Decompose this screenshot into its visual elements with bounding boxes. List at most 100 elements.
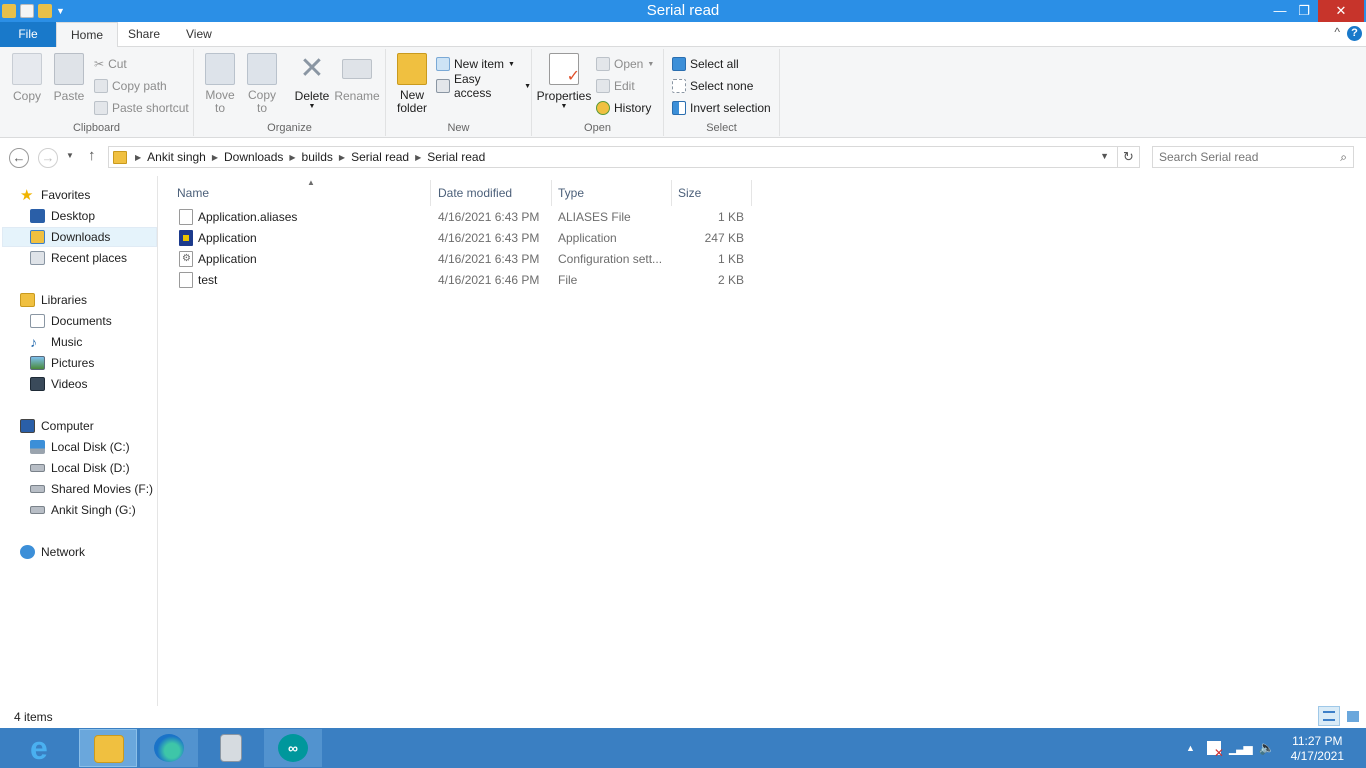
nav-music[interactable]: ♪ Music bbox=[30, 332, 82, 352]
edit-button[interactable]: Edit bbox=[596, 77, 635, 95]
select-group: Select all Select none Invert selection … bbox=[664, 49, 780, 136]
network-signal-icon[interactable]: ▁▃▅ bbox=[1229, 741, 1253, 755]
history-icon bbox=[596, 101, 610, 115]
file-size: 2 KB bbox=[717, 273, 744, 287]
refresh-icon[interactable]: ↻ bbox=[1117, 147, 1139, 167]
chevron-right-icon[interactable]: ▶ bbox=[413, 153, 423, 162]
star-icon: ★ bbox=[20, 187, 34, 204]
select-none-button[interactable]: Select none bbox=[672, 77, 753, 95]
nav-downloads[interactable]: Downloads bbox=[2, 227, 157, 247]
organize-group-label: Organize bbox=[267, 122, 312, 134]
nav-ankit-singh-g[interactable]: Ankit Singh (G:) bbox=[30, 500, 136, 520]
nav-computer[interactable]: Computer bbox=[20, 416, 94, 436]
column-header-size[interactable]: Size bbox=[672, 180, 752, 206]
copy-path-button[interactable]: Copy path bbox=[94, 77, 167, 95]
chevron-right-icon[interactable]: ▶ bbox=[210, 153, 220, 162]
nav-libraries[interactable]: Libraries bbox=[20, 290, 87, 310]
taskbar-edge[interactable] bbox=[140, 729, 198, 767]
breadcrumb-downloads[interactable]: Downloads bbox=[220, 150, 287, 164]
breadcrumb-serial-read-current[interactable]: Serial read bbox=[423, 150, 489, 164]
file-size: 247 KB bbox=[704, 231, 744, 245]
tab-file[interactable]: File bbox=[0, 22, 56, 47]
nav-videos[interactable]: Videos bbox=[30, 374, 87, 394]
back-button[interactable]: ← bbox=[9, 148, 29, 168]
large-icons-view-button[interactable] bbox=[1342, 706, 1364, 726]
taskbar-file-explorer[interactable] bbox=[79, 729, 137, 767]
taskbar-arduino[interactable]: ∞ bbox=[264, 729, 322, 767]
file-icon bbox=[179, 272, 193, 288]
nav-pictures[interactable]: Pictures bbox=[30, 353, 94, 373]
search-icon[interactable]: ⌕ bbox=[1340, 150, 1347, 165]
chevron-down-icon[interactable]: ▼ bbox=[1100, 151, 1109, 161]
cut-button[interactable]: ✂ Cut bbox=[94, 55, 127, 73]
move-to-button[interactable]: Move to bbox=[202, 53, 238, 115]
taskbar-internet-explorer[interactable]: e bbox=[18, 729, 76, 767]
nav-favorites[interactable]: ★ Favorites bbox=[20, 185, 90, 205]
address-bar[interactable]: ▶ Ankit singh ▶ Downloads ▶ builds ▶ Ser… bbox=[108, 146, 1140, 168]
volume-icon[interactable]: 🔈 bbox=[1259, 740, 1275, 756]
new-folder-button[interactable]: New folder bbox=[392, 53, 432, 115]
select-all-icon bbox=[672, 57, 686, 71]
nav-desktop[interactable]: Desktop bbox=[30, 206, 95, 226]
select-all-button[interactable]: Select all bbox=[672, 55, 739, 73]
file-size: 1 KB bbox=[717, 210, 744, 224]
details-view-button[interactable] bbox=[1318, 706, 1340, 726]
nav-shared-movies-f[interactable]: Shared Movies (F:) bbox=[30, 479, 153, 499]
nav-recent-places[interactable]: Recent places bbox=[30, 248, 127, 268]
file-row[interactable]: Application 4/16/2021 6:43 PM Applicatio… bbox=[173, 228, 753, 249]
rename-button[interactable]: Rename bbox=[334, 53, 380, 103]
copy-button[interactable]: Copy bbox=[10, 53, 44, 103]
help-icon[interactable]: ? bbox=[1347, 26, 1362, 41]
recent-places-icon bbox=[30, 251, 45, 265]
breadcrumb-ankit-singh[interactable]: Ankit singh bbox=[143, 150, 210, 164]
up-button[interactable]: ↑ bbox=[88, 147, 96, 164]
paste-button[interactable]: Paste bbox=[52, 53, 86, 103]
delete-button[interactable]: ✕ Delete ▼ bbox=[292, 53, 332, 111]
clock-date: 4/17/2021 bbox=[1290, 749, 1344, 763]
breadcrumb-serial-read[interactable]: Serial read bbox=[347, 150, 413, 164]
column-header-type[interactable]: Type bbox=[552, 180, 672, 206]
show-hidden-icons-icon[interactable]: ▲ bbox=[1186, 743, 1195, 753]
search-input[interactable] bbox=[1153, 147, 1323, 167]
chevron-right-icon[interactable]: ▶ bbox=[337, 153, 347, 162]
column-header-name[interactable]: Name ▲ bbox=[171, 178, 431, 206]
column-header-date-modified[interactable]: Date modified bbox=[432, 180, 552, 206]
collapse-ribbon-icon[interactable]: ^ bbox=[1334, 25, 1340, 39]
clock[interactable]: 11:27 PM 4/17/2021 bbox=[1291, 734, 1344, 764]
nav-local-disk-d[interactable]: Local Disk (D:) bbox=[30, 458, 130, 478]
open-button[interactable]: Open ▼ bbox=[596, 55, 654, 73]
easy-access-button[interactable]: Easy access ▼ bbox=[436, 72, 531, 100]
action-center-icon[interactable]: ✕ bbox=[1206, 741, 1224, 759]
forward-button[interactable]: → bbox=[38, 148, 58, 168]
file-icon bbox=[179, 209, 193, 225]
file-list: Name ▲ Date modified Type Size Applicati… bbox=[159, 176, 1366, 706]
taskbar-calculator[interactable] bbox=[202, 729, 260, 767]
open-icon bbox=[596, 57, 610, 71]
tab-share[interactable]: Share bbox=[114, 22, 174, 47]
history-button[interactable]: History bbox=[596, 99, 651, 117]
tab-home[interactable]: Home bbox=[56, 22, 119, 48]
chevron-right-icon[interactable]: ▶ bbox=[287, 153, 297, 162]
paste-shortcut-button[interactable]: Paste shortcut bbox=[94, 99, 189, 117]
clipboard-icon bbox=[54, 53, 84, 85]
invert-selection-button[interactable]: Invert selection bbox=[672, 99, 771, 117]
easy-access-icon bbox=[436, 79, 450, 93]
maximize-button[interactable]: ❐ bbox=[1288, 0, 1320, 22]
properties-button[interactable]: ✓ Properties ▼ bbox=[536, 53, 592, 111]
nav-local-disk-c[interactable]: Local Disk (C:) bbox=[30, 437, 130, 457]
chevron-right-icon[interactable]: ▶ bbox=[133, 153, 143, 162]
file-row[interactable]: Application 4/16/2021 6:43 PM Configurat… bbox=[173, 249, 753, 270]
tab-view[interactable]: View bbox=[172, 22, 226, 47]
breadcrumb-builds[interactable]: builds bbox=[298, 150, 337, 164]
file-row[interactable]: Application.aliases 4/16/2021 6:43 PM AL… bbox=[173, 207, 753, 228]
nav-documents[interactable]: Documents bbox=[30, 311, 112, 331]
nav-network[interactable]: Network bbox=[20, 542, 85, 562]
paste-shortcut-icon bbox=[94, 101, 108, 115]
chevron-down-icon: ▼ bbox=[308, 103, 316, 110]
new-item-button[interactable]: New item ▼ bbox=[436, 55, 515, 73]
file-row[interactable]: test 4/16/2021 6:46 PM File 2 KB bbox=[173, 270, 753, 291]
recent-locations-dropdown[interactable]: ▼ bbox=[66, 151, 74, 160]
close-button[interactable]: ✕ bbox=[1318, 0, 1364, 22]
search-box: ⌕ bbox=[1152, 146, 1354, 168]
copy-to-button[interactable]: Copy to bbox=[244, 53, 280, 115]
